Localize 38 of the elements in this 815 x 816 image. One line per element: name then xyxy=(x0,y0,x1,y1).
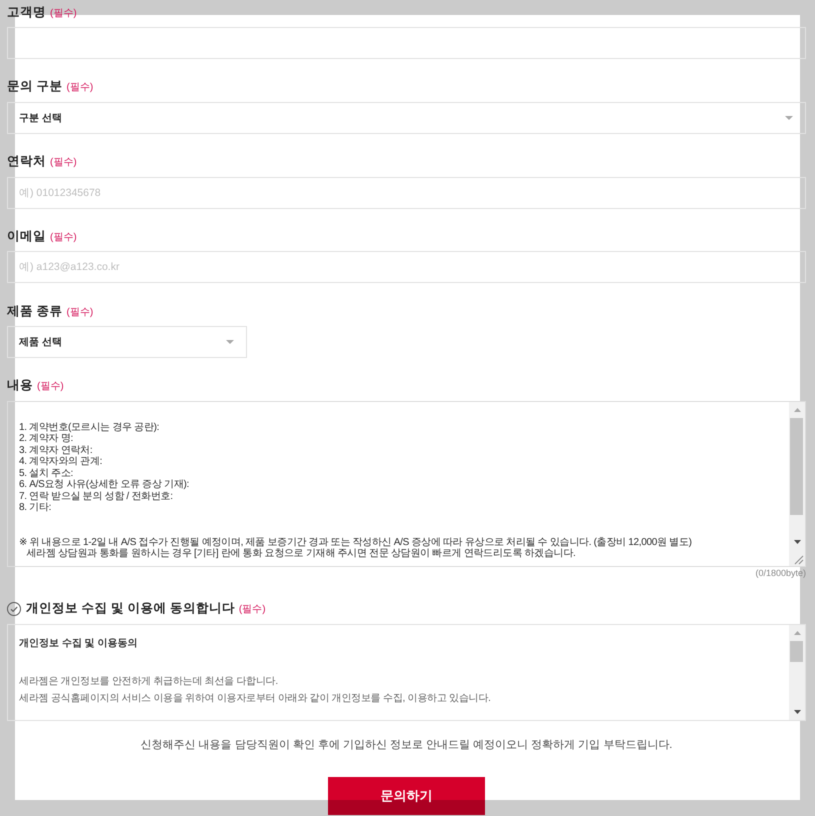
field-label: 내용 xyxy=(7,377,33,394)
consent-label[interactable]: 개인정보 수집 및 이용에 동의합니다 xyxy=(26,600,235,618)
required-mark: (필수) xyxy=(66,306,94,319)
input-field[interactable]: 예) 01012345678 xyxy=(7,176,806,209)
caret-icon xyxy=(226,340,234,344)
message-textarea[interactable]: 1. 계약번호(모르시는 경우 공란): 2. 계약자 명: 3. 계약자 연락처: 4. 계약자와의 관계: 5. 설치 주소: 6. A/S요청 사유(상세한 오류 증상 기재): 7. 연락 받으실 분의 성함 / 전화번호: 8. 기타: ※ 위 내용으로 1-2일 내 A/S 접수가 진행될 예정이며, 제품 보증기간 경과 또는 작성하신 A/S 증상에 따라 유상으로 처리될 수 있습니다. (출장비 12,000원 별도) 세라젬 상담원과 통화를 원하시는 경우 [기타] 란에 통화 요청으로 기재해 주시면 전문 상담원이 빠르게 연락드리도록 하겠습니다. xyxy=(7,400,806,567)
check-circle-icon[interactable] xyxy=(7,602,21,616)
required-mark: (필수) xyxy=(66,82,94,94)
field-label: 제품 종류 xyxy=(7,302,62,320)
scroll-up-arrow-icon[interactable] xyxy=(794,408,800,412)
input-field[interactable] xyxy=(7,27,806,59)
required-mark: (필수) xyxy=(37,381,64,394)
caret-icon xyxy=(785,116,793,120)
required-mark: (필수) xyxy=(50,232,77,244)
field-label: 문의 구분 xyxy=(7,78,62,96)
scroll-up-arrow-icon[interactable] xyxy=(794,630,800,635)
field-label: 이메일 xyxy=(7,228,46,245)
terms-text: 세라젬은 개인정보를 안전하게 취급하는데 최선을 다합니다. xyxy=(19,674,278,689)
scrollbar[interactable] xyxy=(789,402,805,550)
field-label: 연락처 xyxy=(7,153,46,170)
scrollbar[interactable] xyxy=(789,624,805,720)
required-mark: (필수) xyxy=(238,604,266,616)
required-mark: (필수) xyxy=(50,157,77,170)
terms-title: 개인정보 수집 및 이용동의 xyxy=(19,636,138,651)
byte-counter: (0/1800byte) xyxy=(755,566,806,579)
select-box[interactable]: 구분 선택 xyxy=(7,102,806,134)
scroll-thumb[interactable] xyxy=(790,418,803,515)
notice-text: 신청해주신 내용을 담당직원이 확인 후에 기입하신 정보로 안내드릴 예정이오니 정확하게 기입 부탁드립니다. xyxy=(140,738,672,753)
submit-button[interactable]: 문의하기 xyxy=(328,776,485,815)
resize-grip-icon[interactable] xyxy=(789,550,805,566)
scroll-thumb[interactable] xyxy=(790,640,803,662)
field-label: 고객명 xyxy=(7,4,46,20)
scroll-down-arrow-icon[interactable] xyxy=(794,710,800,714)
input-field[interactable]: 예) a123@a123.co.kr xyxy=(7,251,806,284)
select-box[interactable]: 제품 선택 xyxy=(7,326,247,358)
scroll-down-arrow-icon[interactable] xyxy=(794,540,800,544)
terms-text: 세라젬 공식홈페이지의 서비스 이용을 위하여 이용자로부터 아래와 같이 개인정보를 수집, 이용하고 있습니다. xyxy=(19,692,491,706)
required-mark: (필수) xyxy=(50,8,77,20)
